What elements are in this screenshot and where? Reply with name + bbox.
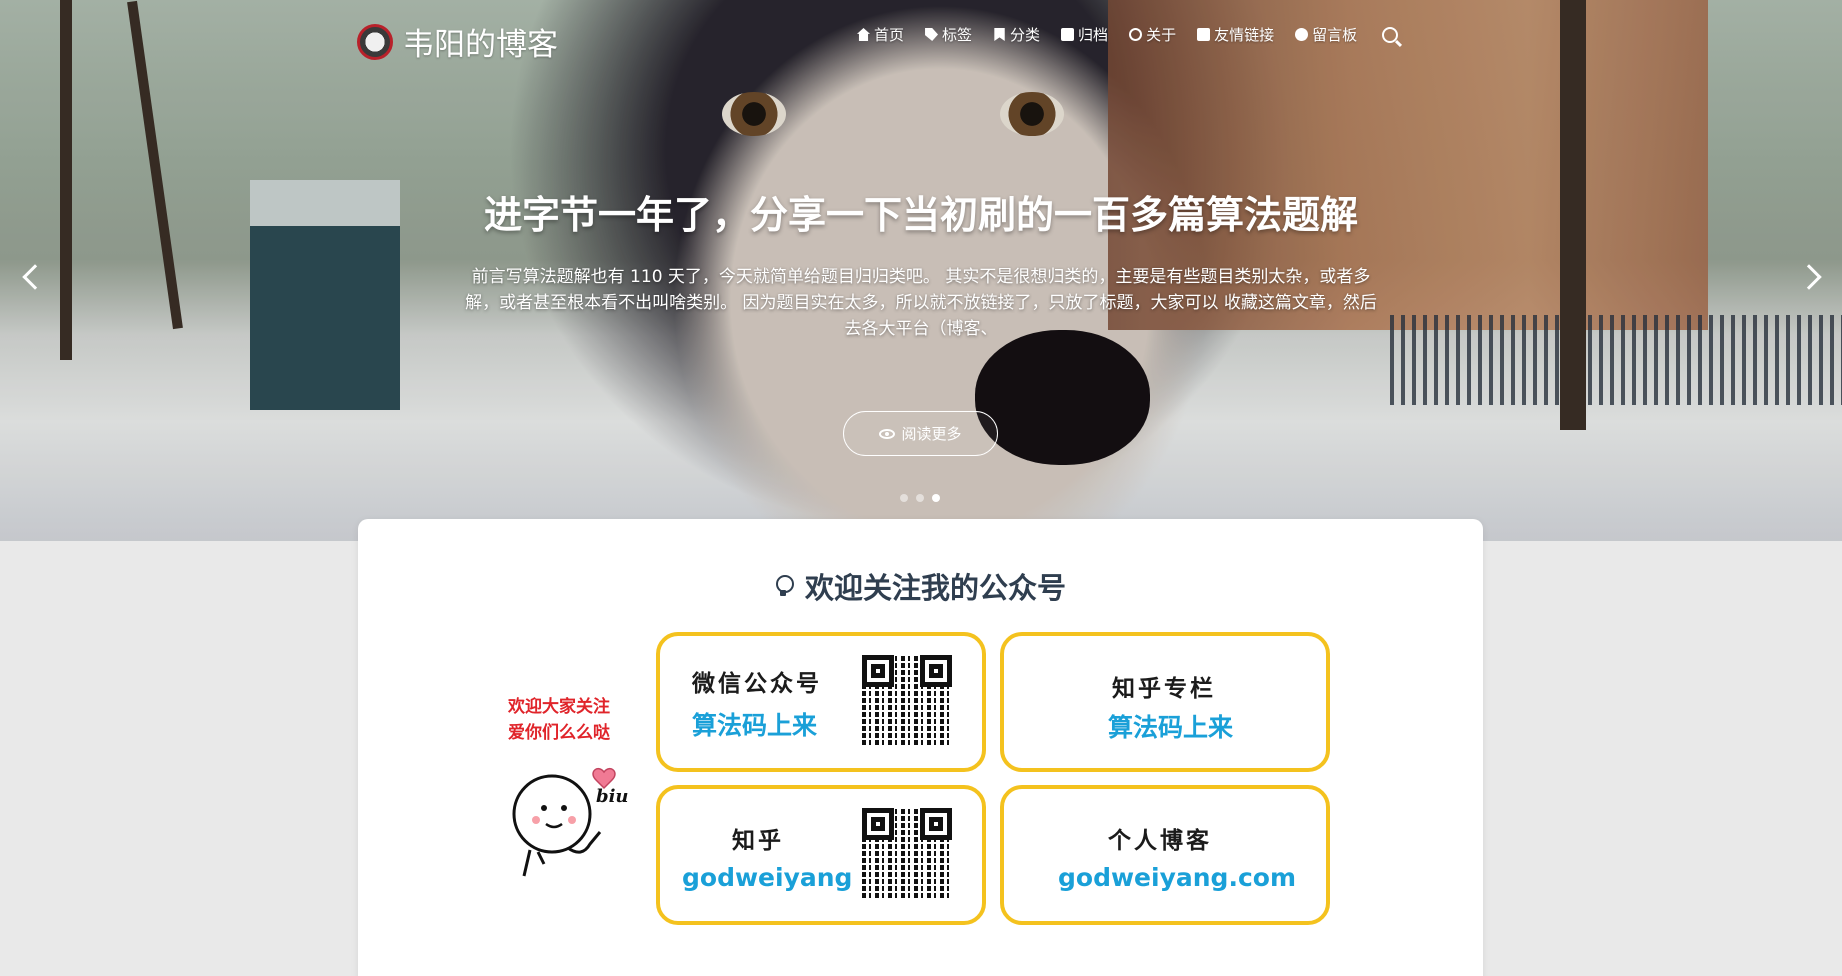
archive-icon (1061, 28, 1075, 41)
slide-excerpt: 前言写算法题解也有 110 天了，今天就简单给题目归归类吧。 其实不是很想归类的… (465, 267, 1377, 339)
nav-item-friends[interactable]: 友情链接 (1197, 24, 1274, 45)
read-more-label: 阅读更多 (901, 425, 962, 443)
carousel-dot-active[interactable] (932, 494, 940, 502)
slide-title[interactable]: 进字节一年了，分享一下当初刷的一百多篇算法题解 (0, 184, 1842, 239)
bookmark-icon (994, 28, 1005, 41)
box-value: godweiyang (682, 863, 853, 892)
welcome-text: 欢迎大家关注 爱你们么么哒 (508, 694, 640, 746)
card-heading: 欢迎关注我的公众号 (358, 565, 1483, 607)
nav-item-about[interactable]: 关于 (1129, 24, 1176, 45)
lightbulb-icon (775, 575, 794, 597)
zhihu-box[interactable]: 知乎 godweiyang (656, 785, 986, 925)
nav-item-home[interactable]: 首页 (857, 24, 904, 45)
nav-item-tags[interactable]: 标签 (925, 24, 972, 45)
mascot-cheek (532, 816, 540, 824)
user-circle-icon (1129, 28, 1143, 41)
box-label: 知乎 (732, 827, 784, 854)
box-value: godweiyang.com (1058, 863, 1296, 892)
nav-item-label: 首页 (874, 26, 905, 44)
qr-code-icon (860, 806, 954, 900)
mascot-eye (541, 805, 547, 811)
nav-item-archive[interactable]: 归档 (1061, 24, 1108, 45)
read-more-button[interactable]: 阅读更多 (843, 411, 998, 456)
card-title: 欢迎关注我的公众号 (804, 571, 1066, 605)
eye-icon (879, 428, 896, 439)
nav-item-guestbook[interactable]: 留言板 (1295, 24, 1357, 45)
nav-item-label: 友情链接 (1214, 26, 1275, 44)
mascot-cheek (568, 816, 576, 824)
zhihu-column-box[interactable]: 知乎专栏 算法码上来 (1000, 632, 1330, 772)
box-label: 知乎专栏 (1112, 675, 1216, 702)
wechat-account-box[interactable]: 微信公众号 算法码上来 (656, 632, 986, 772)
nav-item-categories[interactable]: 分类 (993, 24, 1040, 45)
mascot-text: biu (596, 786, 629, 807)
nav-item-label: 归档 (1078, 26, 1109, 44)
qr-code-icon (860, 653, 954, 747)
home-icon (857, 28, 870, 41)
welcome-line: 爱你们么么哒 (508, 723, 610, 743)
carousel-indicators (900, 494, 940, 502)
brand[interactable]: 韦阳的博客 (357, 19, 558, 64)
comments-icon (1295, 28, 1309, 41)
personal-blog-box[interactable]: 个人博客 godweiyang.com (1000, 785, 1330, 925)
main-nav: 首页 标签 分类 归档 关于 友情链接 留言板 (857, 24, 1399, 45)
carousel-dot[interactable] (916, 494, 924, 502)
nav-item-label: 留言板 (1312, 26, 1358, 44)
mascot-illustration: biu (512, 768, 629, 877)
search-icon[interactable] (1382, 26, 1399, 43)
logo-icon (357, 23, 393, 60)
nav-item-label: 关于 (1146, 26, 1177, 44)
nav-item-label: 分类 (1010, 26, 1041, 44)
welcome-line: 欢迎大家关注 (508, 697, 610, 717)
nav-item-label: 标签 (942, 26, 973, 44)
tags-icon (925, 28, 939, 41)
mascot-eye (561, 805, 567, 811)
follow-card: 欢迎关注我的公众号 欢迎大家关注 爱你们么么哒 biu 微信公众号 算法码上来 … (358, 519, 1483, 976)
mascot-head (512, 774, 592, 854)
box-value: 算法码上来 (692, 711, 818, 740)
box-value: 算法码上来 (1108, 713, 1234, 742)
box-label: 微信公众号 (692, 670, 822, 697)
box-label: 个人博客 (1108, 827, 1212, 854)
address-card-icon (1197, 28, 1211, 41)
carousel-dot[interactable] (900, 494, 908, 502)
site-title[interactable]: 韦阳的博客 (403, 19, 558, 64)
